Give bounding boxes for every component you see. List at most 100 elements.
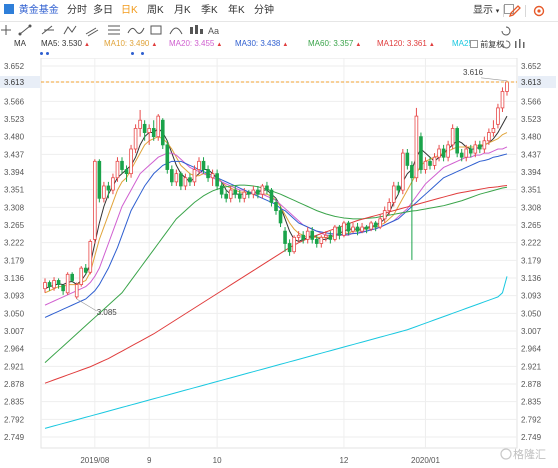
candle-body[interactable]	[56, 280, 61, 285]
candle-body[interactable]	[292, 236, 296, 253]
candle-body[interactable]	[310, 230, 315, 240]
candle-body[interactable]	[170, 169, 174, 183]
candle-body[interactable]	[382, 210, 387, 220]
candle-body[interactable]	[324, 234, 328, 238]
candle-body[interactable]	[278, 210, 283, 224]
candle-body[interactable]	[147, 128, 151, 133]
tab-period-5[interactable]: 季K	[201, 4, 218, 18]
candle-body[interactable]	[210, 173, 215, 179]
ray-tool-icon[interactable]	[41, 25, 54, 35]
candle-body[interactable]	[197, 160, 201, 170]
candle-body[interactable]	[215, 173, 219, 187]
candle-body[interactable]	[242, 191, 247, 199]
tab-period-7[interactable]: 分钟	[254, 4, 274, 18]
candle-body[interactable]	[228, 189, 233, 199]
candle-body[interactable]	[115, 160, 120, 179]
tab-period-1[interactable]: 多日	[93, 4, 113, 18]
candle-body[interactable]	[319, 236, 324, 244]
candle-body[interactable]	[52, 280, 56, 289]
candle-body[interactable]	[174, 173, 179, 183]
candle-body[interactable]	[265, 185, 269, 191]
candle-body[interactable]	[43, 282, 47, 290]
candle-body[interactable]	[401, 152, 405, 191]
candle-body[interactable]	[459, 152, 464, 158]
candle-body[interactable]	[342, 222, 346, 236]
candle-body[interactable]	[437, 148, 441, 158]
candle-body[interactable]	[183, 177, 188, 187]
candle-body[interactable]	[387, 202, 392, 212]
candle-body[interactable]	[464, 148, 469, 158]
candle-body[interactable]	[274, 202, 278, 212]
candle-body[interactable]	[491, 128, 496, 133]
candle-body[interactable]	[450, 128, 455, 146]
candle-body[interactable]	[61, 284, 65, 292]
candle-body[interactable]	[124, 169, 129, 175]
fund-checkbox[interactable]	[4, 4, 14, 14]
candle-body[interactable]	[142, 123, 147, 133]
candle-body[interactable]	[287, 243, 292, 253]
candle-body[interactable]	[47, 282, 52, 288]
candle-body[interactable]	[432, 156, 437, 166]
rect-tool-icon[interactable]	[150, 25, 162, 35]
adjust-checkbox[interactable]	[470, 40, 478, 48]
candle-body[interactable]	[120, 160, 124, 170]
event-marker[interactable]	[131, 52, 134, 55]
cross-cursor-icon[interactable]	[1, 25, 11, 35]
candle-body[interactable]	[428, 160, 432, 166]
tab-period-0[interactable]: 分时	[67, 4, 87, 18]
candle-body[interactable]	[70, 273, 74, 281]
candle-body[interactable]	[192, 169, 197, 183]
pencil-icon[interactable]	[507, 3, 523, 19]
settings-icon[interactable]	[531, 3, 547, 19]
event-marker[interactable]	[141, 52, 144, 55]
parallel-tool-icon[interactable]	[85, 27, 99, 37]
candle-body[interactable]	[219, 185, 224, 195]
candle-body[interactable]	[133, 128, 138, 150]
bars-icon[interactable]	[515, 39, 525, 48]
candle-body[interactable]	[247, 191, 251, 195]
candle-body[interactable]	[256, 189, 260, 195]
polyline-tool-icon[interactable]	[63, 25, 77, 35]
candle-body[interactable]	[423, 160, 428, 170]
line-tool-icon[interactable]	[18, 24, 32, 36]
candle-body[interactable]	[88, 241, 93, 273]
candle-body[interactable]	[468, 148, 473, 154]
candle-body[interactable]	[106, 185, 111, 191]
candle-body[interactable]	[65, 273, 70, 294]
candle-body[interactable]	[355, 226, 360, 232]
candle-body[interactable]	[410, 165, 414, 179]
candle-body[interactable]	[79, 267, 84, 285]
undo-icon[interactable]	[501, 26, 511, 36]
candle-body[interactable]	[188, 177, 192, 183]
candle-body[interactable]	[156, 115, 161, 138]
candle-body[interactable]	[478, 144, 482, 150]
candle-body[interactable]	[201, 160, 206, 170]
candle-body[interactable]	[351, 226, 355, 232]
candle-body[interactable]	[111, 177, 115, 191]
candle-body[interactable]	[237, 193, 242, 199]
text-tool-icon[interactable]: Aa	[208, 26, 219, 36]
fibonacci-tool-icon[interactable]	[108, 25, 120, 35]
candle-body[interactable]	[233, 189, 238, 195]
candle-body[interactable]	[97, 160, 102, 199]
refresh-icon[interactable]	[502, 40, 511, 49]
candle-body[interactable]	[296, 234, 301, 238]
candle-body[interactable]	[482, 140, 487, 150]
tab-period-2[interactable]: 日K	[121, 4, 138, 18]
candle-body[interactable]	[260, 185, 265, 195]
candle-body[interactable]	[102, 185, 106, 199]
candle-body[interactable]	[305, 230, 310, 240]
candle-body[interactable]	[283, 230, 287, 244]
candle-body[interactable]	[500, 91, 505, 109]
candle-body[interactable]	[364, 226, 369, 230]
candle-body[interactable]	[93, 160, 97, 240]
candle-body[interactable]	[346, 222, 351, 232]
candle-body[interactable]	[505, 81, 509, 92]
candle-body[interactable]	[496, 107, 500, 125]
candle-body[interactable]	[138, 119, 142, 129]
tab-period-3[interactable]: 周K	[147, 4, 164, 18]
tab-period-6[interactable]: 年K	[228, 4, 245, 18]
candle-body[interactable]	[83, 267, 88, 273]
candle-body[interactable]	[165, 144, 170, 170]
candle-body[interactable]	[405, 152, 410, 166]
